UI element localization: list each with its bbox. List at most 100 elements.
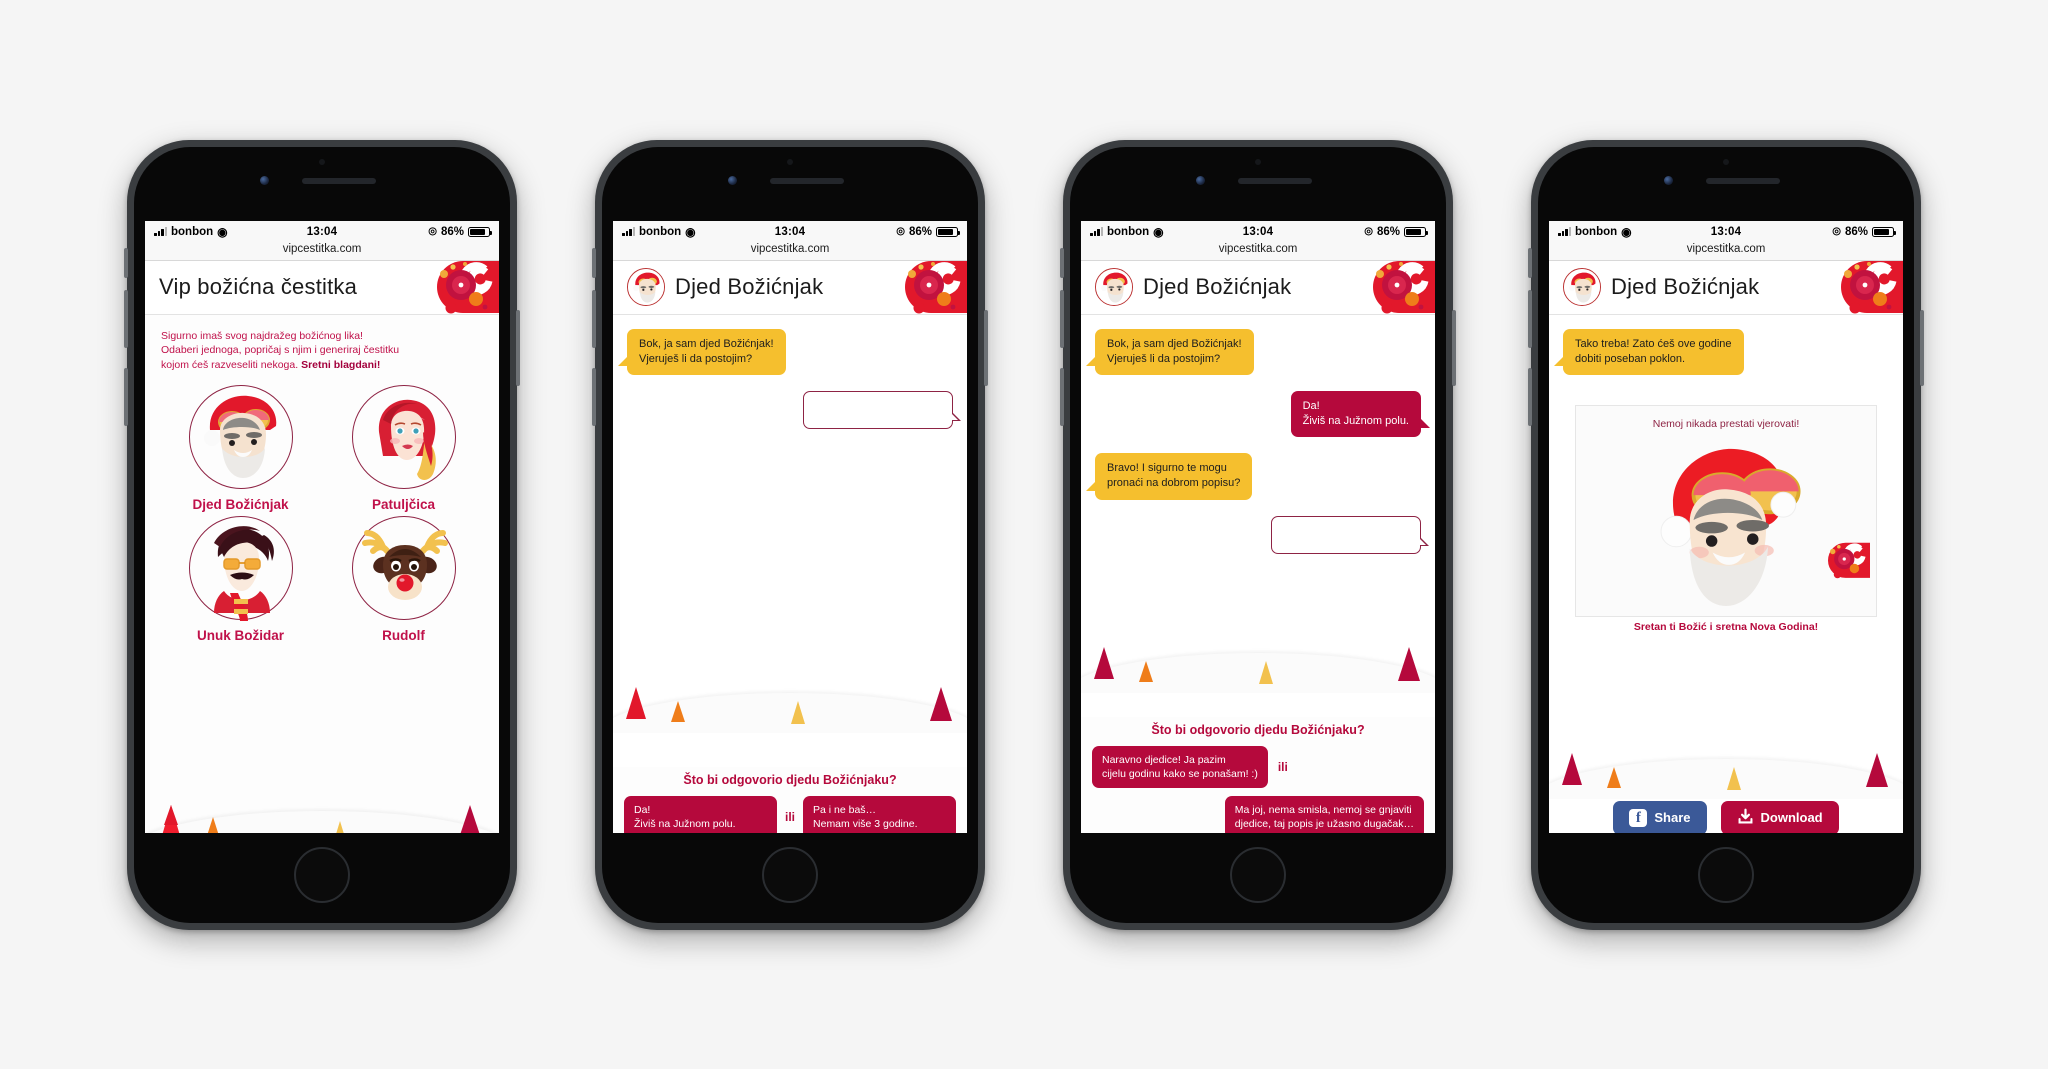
location-arrow-icon: ◎ [1832,226,1841,237]
tree-icon [1395,645,1423,685]
answer-row: Da! Živiš na Južnom polu. ili Pa i ne ba… [624,796,957,833]
character-card-santa[interactable]: Djed Božićnjak [159,385,322,512]
phone-1-character-select: bonbon ◉ 13:04 ◎ 86% vipcestitka.com Vip… [124,139,520,930]
intro-line-3-plain: kojom ćeš razveseliti nekoga. [161,359,302,372]
snow-decoration [145,781,499,833]
home-button[interactable] [762,846,818,903]
character-select-body: Sigurno imaš svog najdražeg božićnog lik… [145,314,499,833]
clock-label: 13:04 [774,225,806,238]
download-icon [1737,808,1754,828]
tree-icon [331,819,349,833]
santa-avatar [1095,268,1133,306]
tree-icon [1605,765,1623,791]
tree-icon [455,803,485,833]
status-bar-left: bonbon ◉ [1090,226,1243,238]
message-row: Tako treba! Zato ćeš ove godine dobiti p… [1554,328,1889,375]
download-label: Download [1760,810,1823,825]
character-name: Patuljčica [371,497,436,513]
character-name: Djed Božićnjak [192,497,289,513]
signal-bars-icon [622,227,635,236]
home-button[interactable] [1230,846,1286,903]
location-arrow-icon: ◎ [428,226,437,237]
character-card-elf[interactable]: Patuljčica [322,385,485,512]
tree-icon [1091,645,1117,683]
message-list: Bok, ja sam djed Božićnjak! Vjeruješ li … [1081,315,1435,554]
card-title: Nemoj nikada prestati vjerovati! [1652,417,1800,430]
phone-2-chat-start: bonbon ◉ 13:04 ◎ 86% vipcestitka.com Dje… [592,139,988,930]
home-button[interactable] [1698,846,1754,903]
answer-question: Što bi odgovorio djedu Božićnjaku? [683,773,897,788]
volume-up-button[interactable] [1528,247,1532,278]
front-camera-icon [1196,175,1205,185]
download-button[interactable]: Download [1720,800,1839,833]
status-bar-left: bonbon ◉ [622,226,775,238]
share-label: Share [1654,810,1691,825]
share-button[interactable]: f Share [1613,800,1707,833]
browser-url-label[interactable]: vipcestitka.com [145,242,499,261]
browser-url-label[interactable]: vipcestitka.com [1549,242,1903,261]
status-bar-right: ◎ 86% [1741,226,1897,238]
phone-bezel: bonbon ◉ 13:04 ◎ 86% vipcestitka.com Dje… [1070,146,1446,923]
status-bar: bonbon ◉ 13:04 ◎ 86% [613,220,967,243]
clock-label: 13:04 [1242,225,1274,238]
power-button[interactable] [516,309,520,386]
greeting-card[interactable]: Nemoj nikada prestati vjerovati! [1575,404,1877,617]
answer-option-2[interactable]: Ma joj, nema smisla, nemoj se gnjaviti d… [1224,796,1424,833]
answer-option-2[interactable]: Pa i ne baš… Nemam više 3 godine. [803,796,957,833]
signal-bars-icon [154,227,167,236]
tree-icon [157,803,185,833]
power-button[interactable] [984,309,988,386]
power-button[interactable] [1452,309,1456,386]
proximity-sensor-icon [1723,158,1729,165]
intro-highlight: Sretni blagdani! [301,359,381,372]
message-bubble-santa: Bok, ja sam djed Božićnjak! Vjeruješ li … [618,328,786,375]
browser-url-label[interactable]: vipcestitka.com [613,242,967,261]
carrier-label: bonbon [1575,225,1618,238]
message-row: Da! Živiš na Južnom polu. [1095,390,1431,438]
proximity-sensor-icon [319,158,325,165]
character-card-rudolf[interactable]: Rudolf [322,516,485,643]
answer-option-1[interactable]: Naravno djedice! Ja pazim cijelu godinu … [1092,746,1268,789]
volume-up-button[interactable] [592,247,596,278]
message-row [1095,515,1429,554]
tree-icon [1137,659,1155,685]
answer-line: Naravno djedice! Ja pazim cijelu godinu … [1092,746,1424,789]
chat-body-4: Tako treba! Zato ćeš ove godine dobiti p… [1549,314,1903,833]
battery-icon [1404,226,1429,237]
earpiece-speaker-icon [770,177,844,184]
volume-up-button[interactable] [124,247,128,278]
snow-decoration [613,663,967,733]
page-title: Vip božićna čestitka [159,274,358,299]
answer-options-2: Što bi odgovorio djedu Božićnjaku? Da! Ž… [613,767,967,833]
character-card-grandson[interactable]: Unuk Božidar [159,516,322,643]
status-bar-left: bonbon ◉ [154,226,307,238]
message-row: Bok, ja sam djed Božićnjak! Vjeruješ li … [1086,328,1421,375]
earpiece-speaker-icon [302,177,376,184]
tree-icon [1725,765,1743,793]
chat-body-2: Bok, ja sam djed Božićnjak! Vjeruješ li … [613,314,967,833]
tree-icon [669,699,687,725]
character-name: Unuk Božidar [196,628,284,644]
browser-url-label[interactable]: vipcestitka.com [1081,242,1435,261]
volume-up-button[interactable] [1060,247,1064,278]
phone-top-hardware [1538,147,1914,221]
answer-option-1[interactable]: Da! Živiš na Južnom polu. [624,796,777,833]
power-button[interactable] [1920,309,1924,386]
santa-avatar [1563,268,1601,306]
wifi-icon: ◉ [217,224,228,239]
snow-decoration [1549,729,1903,799]
front-camera-icon [1664,175,1673,185]
answer-stack: Naravno djedice! Ja pazim cijelu godinu … [1092,746,1424,833]
message-list: Bok, ja sam djed Božićnjak! Vjeruješ li … [613,315,967,429]
message-bubble-user: Da! Živiš na Južnom polu. [1290,390,1431,438]
screen-2: bonbon ◉ 13:04 ◎ 86% vipcestitka.com Dje… [613,220,967,833]
proximity-sensor-icon [787,158,793,165]
home-button[interactable] [294,846,350,903]
answer-separator: ili [1277,760,1288,775]
carrier-label: bonbon [171,225,214,238]
tree-icon [1559,751,1585,789]
cta-row: f Share Download [1549,800,1903,833]
battery-percent-label: 86% [908,225,933,238]
character-grid: Djed Božićnjak Patuljčica Unuk Božidar R… [145,375,499,643]
message-bubble-empty [1271,515,1429,554]
